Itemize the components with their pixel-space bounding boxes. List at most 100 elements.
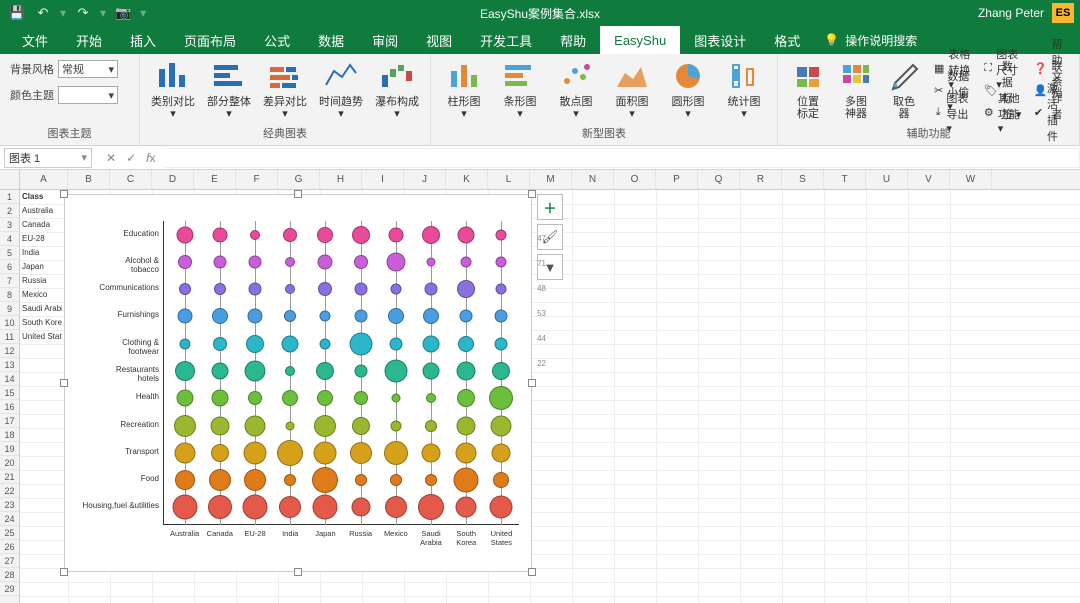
row-hdr-8[interactable]: 8	[0, 288, 19, 302]
row-hdr-22[interactable]: 22	[0, 484, 19, 498]
bg-style-combo[interactable]: 常规▾	[58, 60, 118, 78]
ribbon-btn-new-1[interactable]: 条形图▾	[497, 58, 543, 120]
row-hdr-24[interactable]: 24	[0, 512, 19, 526]
row-hdr-21[interactable]: 21	[0, 470, 19, 484]
col-hdr-F[interactable]: F	[236, 170, 278, 189]
ribbon-btn-classic-1[interactable]: 部分整体▾	[206, 58, 252, 120]
col-hdr-P[interactable]: P	[656, 170, 698, 189]
formula-input[interactable]	[165, 148, 1080, 168]
col-hdr-E[interactable]: E	[194, 170, 236, 189]
tab-layout[interactable]: 页面布局	[170, 26, 250, 54]
col-hdr-U[interactable]: U	[866, 170, 908, 189]
col-hdr-N[interactable]: N	[572, 170, 614, 189]
color-theme-combo[interactable]: ▾	[58, 86, 118, 104]
resize-handle[interactable]	[60, 568, 68, 576]
chart-object[interactable]: EducationAlcohol &tobaccoCommunicationsF…	[64, 194, 532, 572]
row-hdr-5[interactable]: 5	[0, 246, 19, 260]
row-hdr-20[interactable]: 20	[0, 456, 19, 470]
col-hdr-B[interactable]: B	[68, 170, 110, 189]
aux-item-0-2[interactable]: ⤓图表导出 ▾	[934, 102, 974, 122]
redo-icon[interactable]: ↷	[74, 4, 92, 22]
col-hdr-T[interactable]: T	[824, 170, 866, 189]
row-hdr-28[interactable]: 28	[0, 568, 19, 582]
name-box[interactable]: 图表 1▾	[4, 148, 92, 168]
cells-area[interactable]: ClassAustraliaCanadaEU-28IndiaJapanRussi…	[20, 190, 1080, 603]
undo-icon[interactable]: ↶	[34, 4, 52, 22]
row-hdr-12[interactable]: 12	[0, 344, 19, 358]
tab-chart-design[interactable]: 图表设计	[680, 26, 760, 54]
col-hdr-W[interactable]: W	[950, 170, 992, 189]
row-hdr-4[interactable]: 4	[0, 232, 19, 246]
ribbon-btn-classic-0[interactable]: 类别对比▾	[150, 58, 196, 120]
tab-insert[interactable]: 插入	[116, 26, 170, 54]
row-hdr-6[interactable]: 6	[0, 260, 19, 274]
save-icon[interactable]: 💾	[8, 4, 26, 22]
ribbon-btn-classic-4[interactable]: 瀑布构成▾	[374, 58, 420, 120]
col-hdr-C[interactable]: C	[110, 170, 152, 189]
row-hdr-23[interactable]: 23	[0, 498, 19, 512]
tab-data[interactable]: 数据	[304, 26, 358, 54]
ribbon-btn-new-0[interactable]: 柱形图▾	[441, 58, 487, 120]
camera-icon[interactable]: 📷	[114, 4, 132, 22]
row-hdr-1[interactable]: 1	[0, 190, 19, 204]
resize-handle[interactable]	[294, 568, 302, 576]
aux-item-2-2[interactable]: ✔激活插件	[1034, 102, 1069, 122]
ribbon-btn-new-3[interactable]: 面积图▾	[609, 58, 655, 120]
user-name[interactable]: Zhang Peter	[978, 6, 1044, 20]
col-hdr-K[interactable]: K	[446, 170, 488, 189]
tab-formulas[interactable]: 公式	[250, 26, 304, 54]
ribbon-btn-new-4[interactable]: 圆形图▾	[665, 58, 711, 120]
user-badge[interactable]: ES	[1052, 3, 1074, 23]
tab-dev[interactable]: 开发工具	[466, 26, 546, 54]
row-hdr-18[interactable]: 18	[0, 428, 19, 442]
row-hdr-2[interactable]: 2	[0, 204, 19, 218]
tab-help[interactable]: 帮助	[546, 26, 600, 54]
row-hdr-15[interactable]: 15	[0, 386, 19, 400]
tell-me[interactable]: 💡 操作说明搜索	[824, 32, 917, 49]
row-hdr-13[interactable]: 13	[0, 358, 19, 372]
tab-view[interactable]: 视图	[412, 26, 466, 54]
col-hdr-A[interactable]: A	[20, 170, 68, 189]
tab-format[interactable]: 格式	[760, 26, 814, 54]
row-hdr-9[interactable]: 9	[0, 302, 19, 316]
resize-handle[interactable]	[294, 190, 302, 198]
ribbon-btn-new-5[interactable]: 统计图▾	[721, 58, 767, 120]
row-hdr-19[interactable]: 19	[0, 442, 19, 456]
resize-handle[interactable]	[60, 190, 68, 198]
col-hdr-J[interactable]: J	[404, 170, 446, 189]
ribbon-btn-classic-2[interactable]: 差异对比▾	[262, 58, 308, 120]
col-hdr-M[interactable]: M	[530, 170, 572, 189]
row-hdr-17[interactable]: 17	[0, 414, 19, 428]
ribbon-btn-pos-1[interactable]: 多图神器	[836, 58, 876, 120]
row-hdr-10[interactable]: 10	[0, 316, 19, 330]
resize-handle[interactable]	[60, 379, 68, 387]
row-hdr-29[interactable]: 29	[0, 582, 19, 596]
col-hdr-L[interactable]: L	[488, 170, 530, 189]
tab-easyshu[interactable]: EasyShu	[600, 26, 680, 54]
tab-home[interactable]: 开始	[62, 26, 116, 54]
col-hdr-V[interactable]: V	[908, 170, 950, 189]
select-all-corner[interactable]	[0, 170, 20, 189]
ribbon-btn-pos-2[interactable]: 取色器	[884, 58, 924, 120]
col-hdr-G[interactable]: G	[278, 170, 320, 189]
row-hdr-7[interactable]: 7	[0, 274, 19, 288]
fx-icon[interactable]: fx	[146, 151, 155, 165]
row-hdr-27[interactable]: 27	[0, 554, 19, 568]
row-hdr-25[interactable]: 25	[0, 526, 19, 540]
row-hdr-16[interactable]: 16	[0, 400, 19, 414]
col-hdr-H[interactable]: H	[320, 170, 362, 189]
resize-handle[interactable]	[528, 568, 536, 576]
aux-item-1-2[interactable]: ⚙其他功能 ▾	[984, 102, 1024, 122]
col-hdr-O[interactable]: O	[614, 170, 656, 189]
col-hdr-S[interactable]: S	[782, 170, 824, 189]
resize-handle[interactable]	[528, 190, 536, 198]
fx-cancel-icon[interactable]: ✕	[106, 151, 116, 165]
ribbon-btn-classic-3[interactable]: 时间趋势▾	[318, 58, 364, 120]
row-hdr-26[interactable]: 26	[0, 540, 19, 554]
row-hdr-3[interactable]: 3	[0, 218, 19, 232]
chart-add-element-icon[interactable]: ＋	[537, 194, 563, 220]
tab-file[interactable]: 文件	[8, 26, 62, 54]
col-hdr-I[interactable]: I	[362, 170, 404, 189]
col-hdr-R[interactable]: R	[740, 170, 782, 189]
resize-handle[interactable]	[528, 379, 536, 387]
